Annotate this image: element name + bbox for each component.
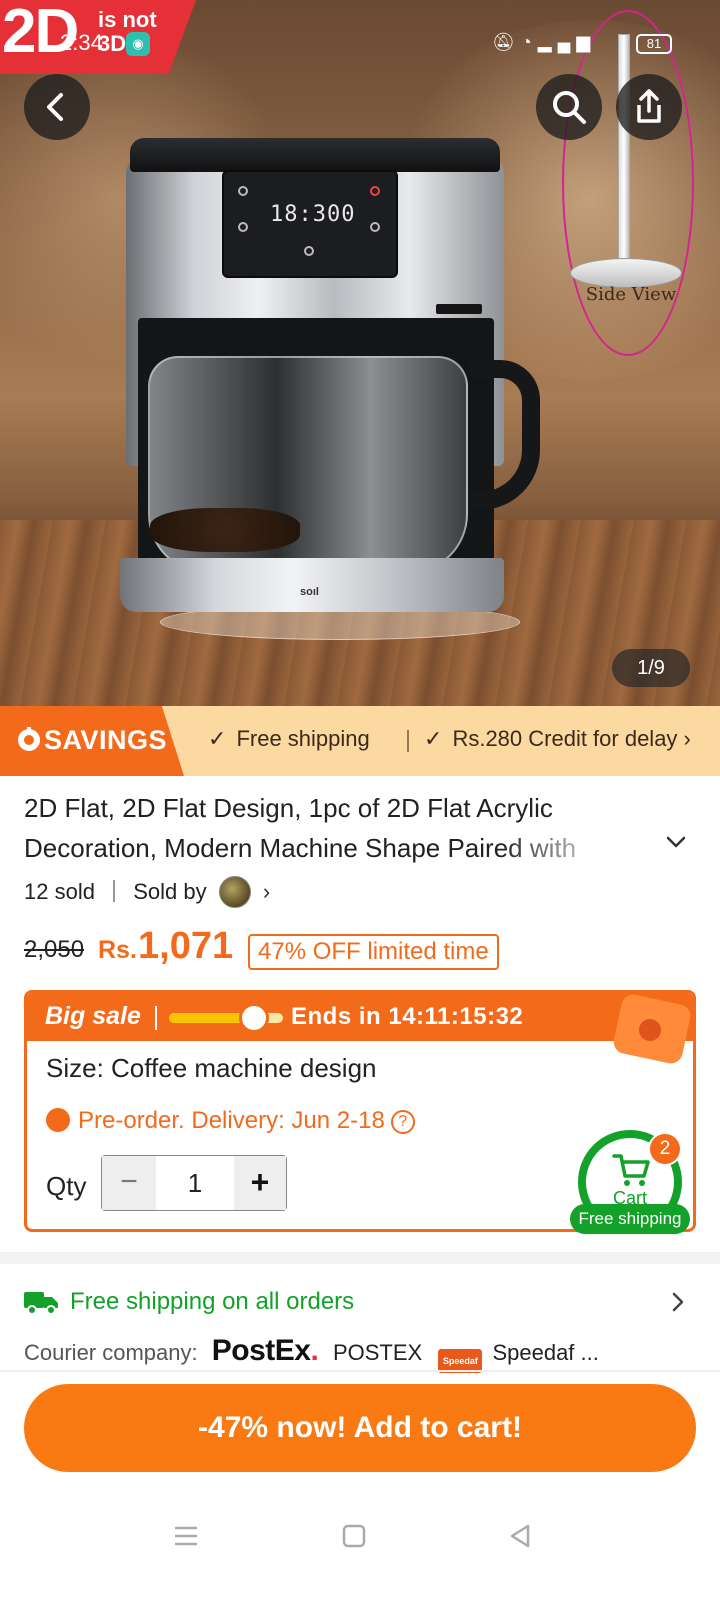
- product-image[interactable]: 18:300 soıl Side View 2D is not 3D 2:34 …: [0, 0, 720, 720]
- panel-button: [370, 222, 380, 232]
- savings-icon: [18, 727, 40, 751]
- panel-button: [304, 246, 314, 256]
- sales-seller-row: 12 sold Sold by ›: [24, 876, 271, 908]
- system-nav-bar: [0, 1490, 720, 1600]
- free-shipping-perk: ✓ Free shipping: [208, 726, 370, 752]
- panel-button: [238, 222, 248, 232]
- discount-badge: 47% OFF limited time: [248, 934, 499, 970]
- perk-label: Rs.280 Credit for delay: [452, 726, 678, 751]
- big-sale-label: Big sale: [45, 1002, 141, 1030]
- search-button[interactable]: [536, 74, 602, 140]
- shipping-row[interactable]: Free shipping on all orders: [24, 1284, 696, 1320]
- decrease-qty-button[interactable]: −: [102, 1156, 156, 1210]
- divider: [0, 1370, 720, 1372]
- check-icon: ✓: [208, 726, 227, 751]
- back-triangle-icon[interactable]: [506, 1522, 534, 1550]
- cart-free-shipping-badge: Free shipping: [570, 1204, 690, 1234]
- image-counter: 1/9: [612, 649, 690, 687]
- sale-price: 1,071: [138, 925, 234, 967]
- carafe-handle: [470, 360, 540, 510]
- perk-divider: [407, 730, 409, 752]
- currency-symbol: Rs.: [98, 936, 137, 964]
- sold-count: 12 sold: [24, 879, 95, 904]
- mute-icon: 🔕︎: [492, 32, 521, 52]
- increase-qty-button[interactable]: +: [234, 1156, 286, 1210]
- coffee-machine-illustration: 18:300 soıl: [120, 138, 540, 640]
- seller-avatar: [218, 876, 251, 908]
- savings-label: SAVINGS: [44, 725, 168, 755]
- status-bar: 2:34 ◉ 🔕︎◔▂▄▆ 81: [0, 28, 720, 62]
- original-price: 2,050: [24, 936, 85, 963]
- side-view-caption: Side View: [585, 284, 677, 305]
- system-icons: 🔕︎◔▂▄▆: [492, 32, 596, 53]
- quantity-value[interactable]: 1: [156, 1156, 234, 1210]
- countdown: Ends in 14:11:15:32: [291, 1003, 524, 1030]
- panel-button: [238, 186, 248, 196]
- chevron-right-icon: [672, 1292, 684, 1312]
- back-arrow-icon: [47, 93, 63, 121]
- qty-label: Qty: [46, 1171, 87, 1201]
- preorder-info: Pre-order. Delivery: Jun 2-18?: [46, 1107, 415, 1135]
- menu-icon[interactable]: [172, 1522, 200, 1550]
- size-selection[interactable]: Size: Coffee machine design: [46, 1053, 377, 1084]
- courier-row: Courier company: PostEx. POSTEX Speedaf …: [24, 1334, 599, 1373]
- expand-title-chevron-down-icon[interactable]: [664, 830, 688, 854]
- courier-name-postex: POSTEX: [332, 1340, 423, 1365]
- section-divider: [0, 1252, 720, 1264]
- courier-name-speedaf: Speedaf ...: [492, 1340, 599, 1365]
- seller-link[interactable]: Sold by ›: [133, 876, 271, 908]
- truck-icon: [24, 1292, 58, 1315]
- brand-label: soıl: [300, 586, 319, 598]
- control-panel: 18:300: [222, 170, 398, 278]
- clock: 2:34: [60, 30, 103, 55]
- cart-count-badge: 2: [648, 1132, 682, 1166]
- machine-base: [120, 558, 504, 612]
- postex-logo-dot: .: [310, 1334, 319, 1367]
- sold-by-label: Sold by: [133, 879, 207, 904]
- home-icon[interactable]: [340, 1522, 368, 1550]
- perk-label: Free shipping: [236, 726, 370, 751]
- postex-logo: PostEx: [211, 1334, 311, 1367]
- clock-icon: [239, 1003, 269, 1033]
- chevron-right-icon: ›: [262, 879, 271, 904]
- share-button[interactable]: [616, 74, 682, 140]
- machine-slot: [436, 304, 482, 314]
- search-icon: [553, 91, 586, 124]
- decorative-dot: [639, 1019, 661, 1041]
- acrylic-edge: [618, 34, 630, 264]
- share-icon: [637, 89, 661, 123]
- panel-button: [370, 186, 380, 196]
- back-button[interactable]: [24, 74, 90, 140]
- cart-icon: [612, 1154, 650, 1186]
- divider: [113, 880, 116, 902]
- chevron-right-icon: ›: [677, 726, 691, 751]
- panel-display: 18:300: [270, 202, 356, 227]
- machine-lid: [130, 138, 500, 172]
- add-to-cart-button[interactable]: -47% now! Add to cart!: [24, 1384, 696, 1472]
- battery-icon: 81: [636, 34, 672, 54]
- wifi-icon: ◔: [520, 32, 538, 52]
- preorder-text: Pre-order. Delivery: Jun 2-18: [78, 1107, 385, 1134]
- quantity-stepper: − 1 +: [101, 1155, 287, 1211]
- courier-label: Courier company:: [24, 1340, 198, 1365]
- coffee-residue: [150, 508, 300, 552]
- signal-icon: ▂▄▆: [537, 32, 597, 52]
- divider: [155, 1006, 157, 1030]
- clock-icon: [46, 1108, 70, 1132]
- title-fade: [500, 830, 650, 870]
- free-shipping-headline: Free shipping on all orders: [70, 1288, 355, 1315]
- big-sale-header: Big sale Ends in 14:11:15:32: [27, 993, 693, 1066]
- help-icon[interactable]: ?: [390, 1110, 415, 1134]
- app-notification-icon: ◉: [126, 32, 150, 56]
- savings-strip[interactable]: SAVINGS ✓ Free shipping ✓ Rs.280 Credit fo…: [0, 706, 720, 776]
- check-icon: ✓: [424, 726, 443, 751]
- savings-tag: SAVINGS: [0, 706, 184, 776]
- delay-credit-perk: ✓ Rs.280 Credit for delay ›: [424, 726, 691, 752]
